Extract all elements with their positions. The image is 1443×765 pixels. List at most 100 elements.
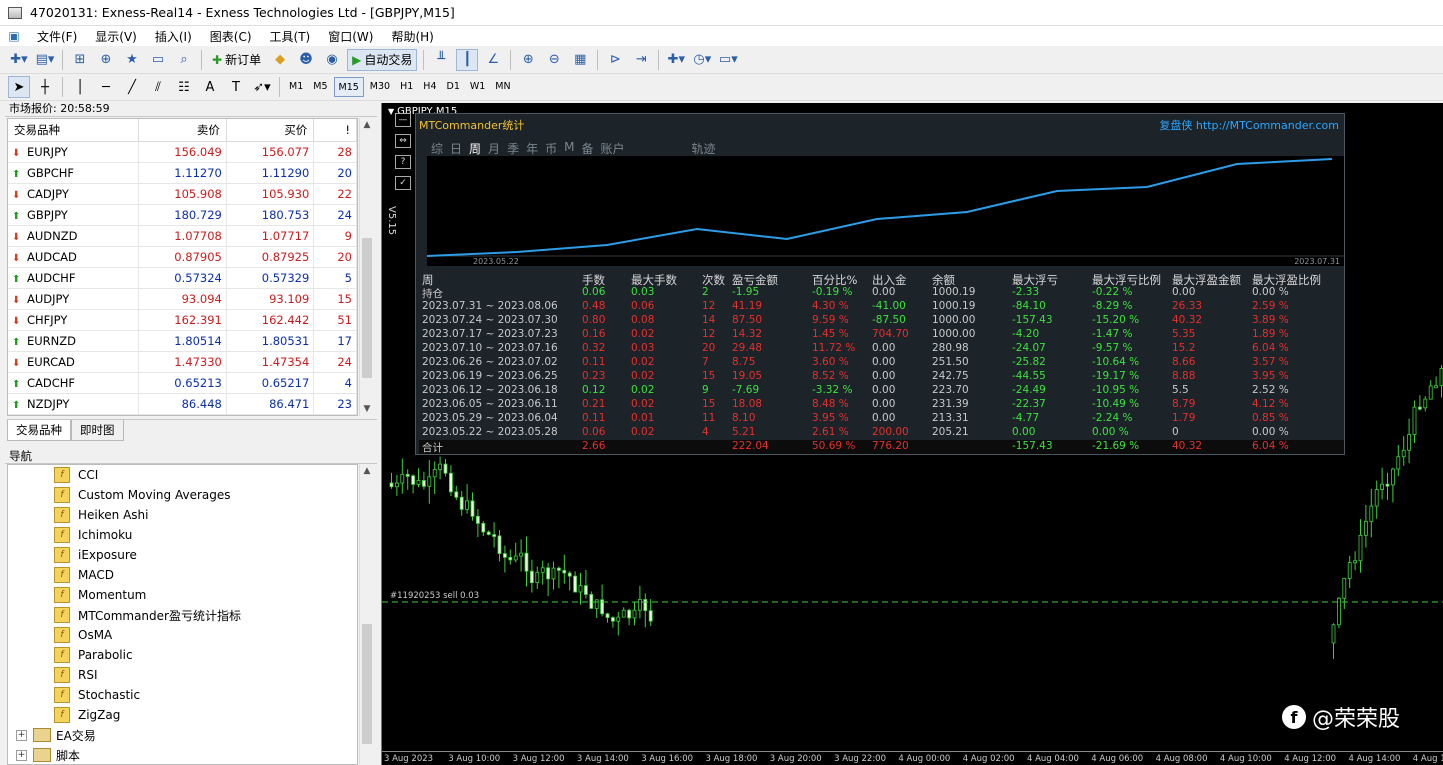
table-row[interactable]: ⬆ GBPCHF 1.11270 1.11290 20 <box>8 162 357 184</box>
data-window-icon[interactable]: ⊕ <box>95 49 117 71</box>
navigator-indicator[interactable]: f Momentum <box>8 585 357 605</box>
tf-m5[interactable]: M5 <box>309 77 331 97</box>
auto-trade-button[interactable]: ▶ 自动交易 <box>347 48 418 71</box>
table-row[interactable]: ⬆ GBPJPY 180.729 180.753 24 <box>8 204 357 226</box>
market-watch-scrollbar[interactable]: ▲ ▼ <box>359 118 373 416</box>
table-row[interactable]: ⬇ CHFJPY 162.391 162.442 51 <box>8 309 357 331</box>
col-spread[interactable]: ! <box>313 119 357 142</box>
tester-icon[interactable]: ⌕ <box>173 49 195 71</box>
trendline-icon[interactable]: ╱ <box>121 76 143 98</box>
table-row[interactable]: ⬇ AUDJPY 93.094 93.109 15 <box>8 288 357 310</box>
zoom-in-icon[interactable]: ⊕ <box>517 49 539 71</box>
tf-mn[interactable]: MN <box>491 77 514 97</box>
tf-m15[interactable]: M15 <box>333 77 364 97</box>
navigator-category[interactable]: + 脚本 <box>8 745 357 764</box>
navigator-indicator[interactable]: f ZigZag <box>8 705 357 725</box>
menu-view[interactable]: 显示(V) <box>86 28 146 45</box>
navigator-indicator[interactable]: f OsMA <box>8 625 357 645</box>
navigator-indicator[interactable]: f RSI <box>8 665 357 685</box>
stats-tab[interactable]: 日 <box>450 140 462 157</box>
stats-tab[interactable]: M <box>564 140 574 157</box>
signals-icon[interactable]: ◉ <box>321 49 343 71</box>
help-icon[interactable]: ? <box>395 155 411 169</box>
crosshair-icon[interactable]: ┼ <box>34 76 56 98</box>
stats-tab[interactable]: 年 <box>526 140 538 157</box>
metaeditor-icon[interactable]: ◆ <box>269 49 291 71</box>
text-icon[interactable]: A <box>199 76 221 98</box>
fibonacci-icon[interactable]: ☷ <box>173 76 195 98</box>
stats-tab[interactable]: 账户 <box>600 140 624 157</box>
tab-tick-chart[interactable]: 即时图 <box>71 420 124 441</box>
document-icon[interactable]: ▣ <box>6 28 22 44</box>
menu-insert[interactable]: 插入(I) <box>146 28 201 45</box>
table-row[interactable]: ⬇ AUDNZD 1.07708 1.07717 9 <box>8 225 357 247</box>
navigator-indicator[interactable]: f Stochastic <box>8 685 357 705</box>
navigator-indicator[interactable]: f Ichimoku <box>8 525 357 545</box>
scroll-down-icon[interactable]: ▼ <box>360 402 374 416</box>
bar-chart-icon[interactable]: ╨ <box>430 49 452 71</box>
table-row[interactable]: ⬇ AUDCAD 0.87905 0.87925 20 <box>8 246 357 268</box>
tab-symbols[interactable]: 交易品种 <box>7 420 71 441</box>
autoscroll-icon[interactable]: ⇥ <box>630 49 652 71</box>
tf-m1[interactable]: M1 <box>285 77 307 97</box>
menu-window[interactable]: 窗口(W) <box>319 28 382 45</box>
profiles-icon[interactable]: ▤▾ <box>34 49 56 71</box>
new-chart-icon[interactable]: ✚▾ <box>8 49 30 71</box>
zoom-out-icon[interactable]: ⊖ <box>543 49 565 71</box>
tf-w1[interactable]: W1 <box>466 77 489 97</box>
minimize-icon[interactable]: — <box>395 113 411 127</box>
expand-icon[interactable]: + <box>16 749 27 761</box>
table-row[interactable]: ⬆ NZDJPY 86.448 86.471 23 <box>8 393 357 415</box>
menu-file[interactable]: 文件(F) <box>28 28 86 45</box>
table-row[interactable]: ⬇ CADJPY 105.908 105.930 22 <box>8 183 357 205</box>
tf-m30[interactable]: M30 <box>366 77 394 97</box>
equidistant-channel-icon[interactable]: ⫽ <box>147 76 169 98</box>
navigator-icon[interactable]: ★ <box>121 49 143 71</box>
stats-tab-track[interactable]: 轨迹 <box>692 140 716 157</box>
vertical-line-icon[interactable]: │ <box>69 76 91 98</box>
table-row[interactable]: ⬆ CADCHF 0.65213 0.65217 4 <box>8 372 357 394</box>
table-row[interactable]: ⬇ EURJPY 156.049 156.077 28 <box>8 141 357 163</box>
arrows-icon[interactable]: ➶▾ <box>251 76 273 98</box>
table-row[interactable]: ⬆ AUDCHF 0.57324 0.57329 5 <box>8 267 357 289</box>
scroll-up-icon[interactable]: ▲ <box>360 464 374 478</box>
line-chart-icon[interactable]: ∠ <box>482 49 504 71</box>
tile-windows-icon[interactable]: ▦ <box>569 49 591 71</box>
chart-shift-icon[interactable]: ⊳ <box>604 49 626 71</box>
navigator-indicator[interactable]: f MACD <box>8 565 357 585</box>
navigator-indicator[interactable]: f Parabolic <box>8 645 357 665</box>
text-label-icon[interactable]: T <box>225 76 247 98</box>
market-watch-icon[interactable]: ⊞ <box>69 49 91 71</box>
menu-tools[interactable]: 工具(T) <box>261 28 320 45</box>
col-symbol[interactable]: 交易品种 <box>8 119 140 142</box>
candlestick-icon[interactable]: ┃ <box>456 48 479 71</box>
periods-icon[interactable]: ◷▾ <box>691 49 713 71</box>
navigator-scrollbar[interactable]: ▲ <box>359 464 373 765</box>
user-icon[interactable]: ☻ <box>295 49 317 71</box>
tf-h1[interactable]: H1 <box>396 77 417 97</box>
cursor-icon[interactable]: ➤ <box>8 76 30 98</box>
check-icon[interactable]: ✓ <box>395 176 411 190</box>
menu-help[interactable]: 帮助(H) <box>382 28 442 45</box>
stats-link[interactable]: 复盘侠 http://MTCommander.com <box>1159 117 1339 133</box>
stats-tab[interactable]: 综 <box>431 140 443 157</box>
navigator-indicator[interactable]: f iExposure <box>8 545 357 565</box>
navigator-indicator[interactable]: f Custom Moving Averages <box>8 485 357 505</box>
stats-tab[interactable]: 季 <box>507 140 519 157</box>
table-row[interactable]: ⬇ EURCAD 1.47330 1.47354 24 <box>8 351 357 373</box>
stats-tab-selected[interactable]: 周 <box>469 140 481 157</box>
navigator-indicator[interactable]: f MTCommander盈亏统计指标 <box>8 605 357 625</box>
new-order-button[interactable]: ✚ 新订单 <box>208 49 265 71</box>
order-label[interactable]: #11920253 sell 0.03 <box>390 591 479 601</box>
stats-tab[interactable]: 月 <box>488 140 500 157</box>
col-bid[interactable]: 卖价 <box>138 119 227 142</box>
chart-window[interactable]: ▼ GBPJPY,M15 #11920253 sell 0.03 — ⇔ ? ✓ … <box>381 103 1443 765</box>
table-row[interactable]: ⬆ EURNZD 1.80514 1.80531 17 <box>8 330 357 352</box>
move-icon[interactable]: ⇔ <box>395 134 411 148</box>
menu-charts[interactable]: 图表(C) <box>201 28 261 45</box>
horizontal-line-icon[interactable]: ─ <box>95 76 117 98</box>
indicators-icon[interactable]: ✚▾ <box>665 49 687 71</box>
stats-tab[interactable]: 币 <box>545 140 557 157</box>
expand-icon[interactable]: + <box>16 729 27 741</box>
col-ask[interactable]: 买价 <box>226 119 315 142</box>
